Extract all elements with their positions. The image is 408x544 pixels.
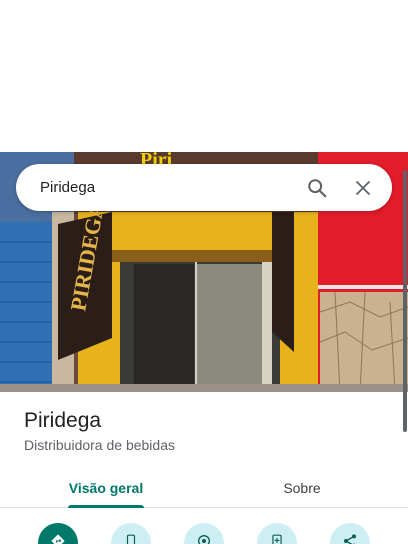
search-input[interactable]: Piridega <box>40 179 286 196</box>
search-icon[interactable] <box>302 173 332 203</box>
action-row <box>0 523 408 544</box>
call-button[interactable] <box>111 523 151 544</box>
scrollbar[interactable] <box>403 170 407 432</box>
share-button[interactable] <box>330 523 370 544</box>
phone-icon <box>124 533 138 544</box>
save-icon <box>196 533 212 544</box>
tab-bar: Visão geral Sobre <box>0 468 408 508</box>
directions-icon <box>50 533 66 544</box>
place-title: Piridega <box>24 409 102 432</box>
add-button[interactable] <box>257 523 297 544</box>
tab-overview[interactable]: Visão geral <box>40 468 172 508</box>
tab-selected-indicator <box>68 505 144 508</box>
save-button[interactable] <box>184 523 224 544</box>
share-icon <box>342 533 358 544</box>
close-icon[interactable] <box>348 173 378 203</box>
place-category: Distribuidora de bebidas <box>24 437 175 453</box>
directions-button[interactable] <box>38 523 78 544</box>
search-bar[interactable]: Piridega <box>16 164 392 211</box>
tab-about[interactable]: Sobre <box>236 468 368 508</box>
add-icon <box>270 533 284 544</box>
